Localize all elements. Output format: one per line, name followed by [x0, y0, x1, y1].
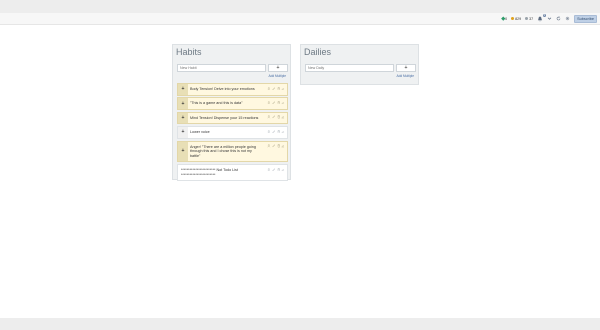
trash-icon[interactable] [277, 101, 281, 105]
habit-row[interactable]: + Anger! "There are a million people goi… [177, 140, 288, 163]
new-daily-input[interactable] [305, 64, 394, 72]
user-icon[interactable] [267, 115, 271, 119]
habit-actions [267, 86, 285, 91]
gems-value: 0 [505, 16, 508, 21]
user-icon[interactable] [267, 101, 271, 105]
new-habit-input[interactable] [177, 64, 266, 72]
chart-icon[interactable] [281, 87, 285, 91]
sync-icon[interactable] [556, 16, 561, 21]
user-icon[interactable] [267, 167, 271, 172]
add-habit-button[interactable]: + [268, 64, 288, 72]
silver-stat: 37 [525, 17, 533, 21]
habit-row[interactable]: + Mind Tension! Dispense your 15 reactio… [177, 111, 288, 125]
subscribe-button[interactable]: Subscribe [574, 14, 597, 23]
edit-icon[interactable] [272, 168, 276, 172]
trash-icon[interactable] [277, 86, 281, 91]
trash-icon[interactable] [277, 144, 281, 148]
bell-icon [538, 16, 543, 22]
edit-icon[interactable] [272, 144, 276, 148]
browser-top-bar [0, 0, 600, 13]
plus-button[interactable]: + [178, 112, 188, 124]
chevron-down-icon[interactable] [547, 16, 552, 21]
habit-row[interactable]: + "This is a game and this is data" [177, 97, 288, 110]
gold-stat: 829 [511, 17, 521, 21]
edit-icon[interactable] [272, 130, 276, 134]
habit-row[interactable]: + Body Tension! Delve into your emotions [177, 83, 288, 96]
notifications-button[interactable]: 3 [537, 13, 547, 22]
user-icon[interactable] [267, 129, 271, 134]
chart-icon[interactable] [281, 168, 285, 172]
notifications-count: 3 [542, 12, 547, 18]
add-daily-button[interactable]: + [396, 64, 416, 72]
user-icon[interactable] [267, 144, 271, 148]
dailies-column: Dailies + Add Multiple [300, 44, 419, 85]
plus-button[interactable]: + [178, 84, 188, 95]
gems-stat: 0 [501, 16, 508, 21]
plus-button[interactable]: + [178, 141, 188, 162]
gold-coin-icon [511, 17, 515, 20]
user-icon[interactable] [267, 86, 271, 91]
add-multiple-habits-link[interactable]: Add Multiple [268, 74, 286, 78]
habit-row[interactable]: ************************ Not Todo List *… [177, 164, 288, 182]
habit-row[interactable]: + Lower voice [177, 126, 288, 139]
habits-column: Habits + Add Multiple + Body Tension! De… [172, 44, 291, 183]
trash-icon[interactable] [277, 115, 281, 119]
edit-icon[interactable] [272, 101, 276, 105]
silver-value: 37 [529, 16, 534, 21]
chart-icon[interactable] [281, 101, 285, 105]
chart-icon[interactable] [281, 130, 285, 134]
bottom-bar [0, 318, 600, 330]
silver-coin-icon [525, 17, 529, 20]
header-right-controls: 0 829 37 3 Subscribe [501, 13, 597, 23]
trash-icon[interactable] [277, 167, 281, 172]
chart-icon[interactable] [281, 144, 285, 148]
gem-icon [501, 16, 505, 21]
gold-value: 829 [515, 16, 522, 21]
habit-actions [267, 129, 285, 134]
habit-actions [267, 144, 285, 148]
edit-icon[interactable] [272, 86, 276, 91]
dailies-title: Dailies [304, 47, 332, 57]
habit-actions [267, 167, 285, 172]
habit-list: + Body Tension! Delve into your emotions… [177, 83, 288, 183]
plus-button[interactable]: + [178, 98, 188, 109]
add-multiple-dailies-link[interactable]: Add Multiple [396, 74, 414, 78]
app-header: 0 829 37 3 Subscribe [0, 13, 600, 25]
edit-icon[interactable] [272, 115, 276, 119]
plus-button[interactable]: + [178, 127, 188, 138]
habit-actions [267, 101, 285, 105]
habits-title: Habits [176, 47, 202, 57]
trash-icon[interactable] [277, 129, 281, 134]
habit-actions [267, 115, 285, 119]
gear-icon[interactable] [565, 16, 570, 21]
chart-icon[interactable] [281, 115, 285, 119]
